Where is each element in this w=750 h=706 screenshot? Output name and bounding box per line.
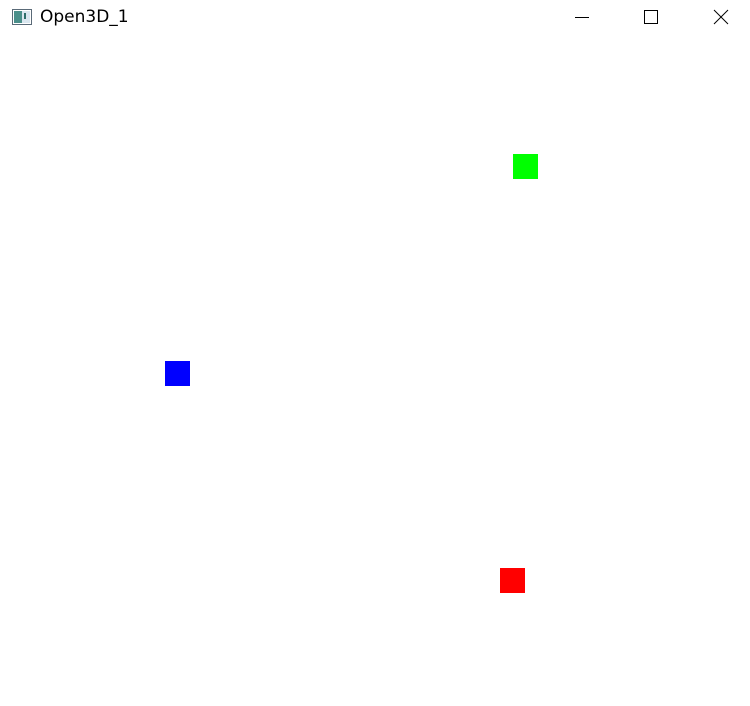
close-button[interactable] (698, 0, 744, 34)
open3d-window: Open3D_1 (0, 0, 750, 706)
window-title: Open3D_1 (40, 7, 129, 27)
green-point (513, 154, 538, 179)
app-window-icon (12, 9, 32, 25)
title-bar[interactable]: Open3D_1 (0, 0, 750, 36)
blue-point (165, 361, 190, 386)
maximize-icon (644, 10, 658, 24)
minimize-icon (575, 17, 589, 18)
close-icon (713, 9, 729, 25)
render-canvas[interactable] (0, 36, 750, 706)
minimize-button[interactable] (559, 0, 605, 34)
maximize-button[interactable] (628, 0, 674, 34)
red-point (500, 568, 525, 593)
